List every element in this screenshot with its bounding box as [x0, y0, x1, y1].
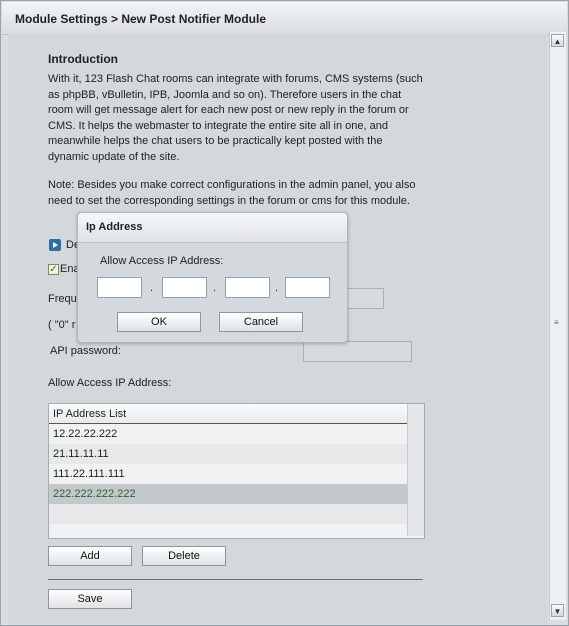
api-password-input[interactable]	[303, 341, 412, 362]
table-row[interactable]: 21.11.11.11	[49, 444, 407, 464]
scroll-up-arrow-icon[interactable]: ▲	[551, 34, 564, 47]
ip-list-scrollbar[interactable]	[407, 404, 424, 536]
download-icon[interactable]	[49, 239, 61, 251]
divider	[48, 579, 423, 580]
delete-button[interactable]: Delete	[142, 546, 226, 566]
ip-separator: .	[150, 282, 154, 294]
ip-address-dialog: Ip Address Allow Access IP Address: . . …	[77, 212, 348, 343]
page-scrollbar[interactable]: ▲ ≡ ▼	[549, 32, 566, 620]
ip-octet-1-input[interactable]	[97, 277, 142, 298]
title-bar: Module Settings > New Post Notifier Modu…	[2, 2, 567, 35]
note-line: need to set the corresponding settings i…	[48, 194, 410, 207]
note-text: Note: Besides you make correct configura…	[48, 178, 415, 209]
table-row[interactable]: 12.22.22.222	[49, 424, 407, 444]
dialog-title: Ip Address	[86, 221, 143, 233]
ip-octet-2-input[interactable]	[162, 277, 207, 298]
dialog-title-bar[interactable]: Ip Address	[78, 213, 347, 243]
intro-text: With it, 123 Flash Chat rooms can integr…	[48, 72, 423, 165]
table-row-empty	[49, 504, 407, 524]
intro-line: dynamic update of the site.	[48, 150, 180, 163]
save-button[interactable]: Save	[48, 589, 132, 609]
allow-ip-label: Allow Access IP Address:	[48, 377, 172, 389]
zero-note-label: ( "0" r	[48, 319, 76, 331]
ip-separator: .	[275, 282, 279, 294]
intro-heading: Introduction	[48, 52, 118, 66]
api-password-label: API password:	[50, 345, 121, 357]
ip-value: 111.22.111.111	[53, 468, 125, 480]
ip-separator: .	[213, 282, 217, 294]
ok-button[interactable]: OK	[117, 312, 201, 332]
cancel-button[interactable]: Cancel	[219, 312, 303, 332]
enable-checkbox[interactable]: ✓	[48, 264, 59, 275]
ip-list-header-label: IP Address List	[53, 408, 127, 420]
ip-value: 21.11.11.11	[53, 448, 109, 460]
intro-line: With it, 123 Flash Chat rooms can integr…	[48, 73, 423, 85]
page-title: Module Settings > New Post Notifier Modu…	[15, 12, 267, 26]
dialog-label: Allow Access IP Address:	[100, 255, 224, 267]
intro-line: meanwhile helps the chat users to be pra…	[48, 135, 383, 147]
ip-octet-3-input[interactable]	[225, 277, 270, 298]
table-row-selected[interactable]: 222.222.222.222	[49, 484, 407, 504]
ip-address-list[interactable]: IP Address List 12.22.22.222 21.11.11.11…	[48, 403, 425, 539]
table-row[interactable]: 111.22.111.111	[49, 464, 407, 484]
ip-value: 12.22.22.222	[53, 428, 118, 440]
intro-line: as phpBB, vBulletin, IPB, Joomla and so …	[48, 88, 402, 101]
scroll-grip-icon[interactable]: ≡	[554, 319, 562, 327]
ip-list-header[interactable]: IP Address List	[49, 404, 407, 424]
ip-octet-4-input[interactable]	[285, 277, 330, 298]
ip-value: 222.222.222.222	[53, 488, 136, 500]
add-button[interactable]: Add	[48, 546, 132, 566]
note-line: Note: Besides you make correct configura…	[48, 179, 416, 191]
intro-line: room will get message alert for each new…	[48, 104, 409, 116]
intro-line: CMS. It helps the webmaster to integrate…	[48, 119, 388, 132]
scroll-down-arrow-icon[interactable]: ▼	[551, 604, 564, 617]
